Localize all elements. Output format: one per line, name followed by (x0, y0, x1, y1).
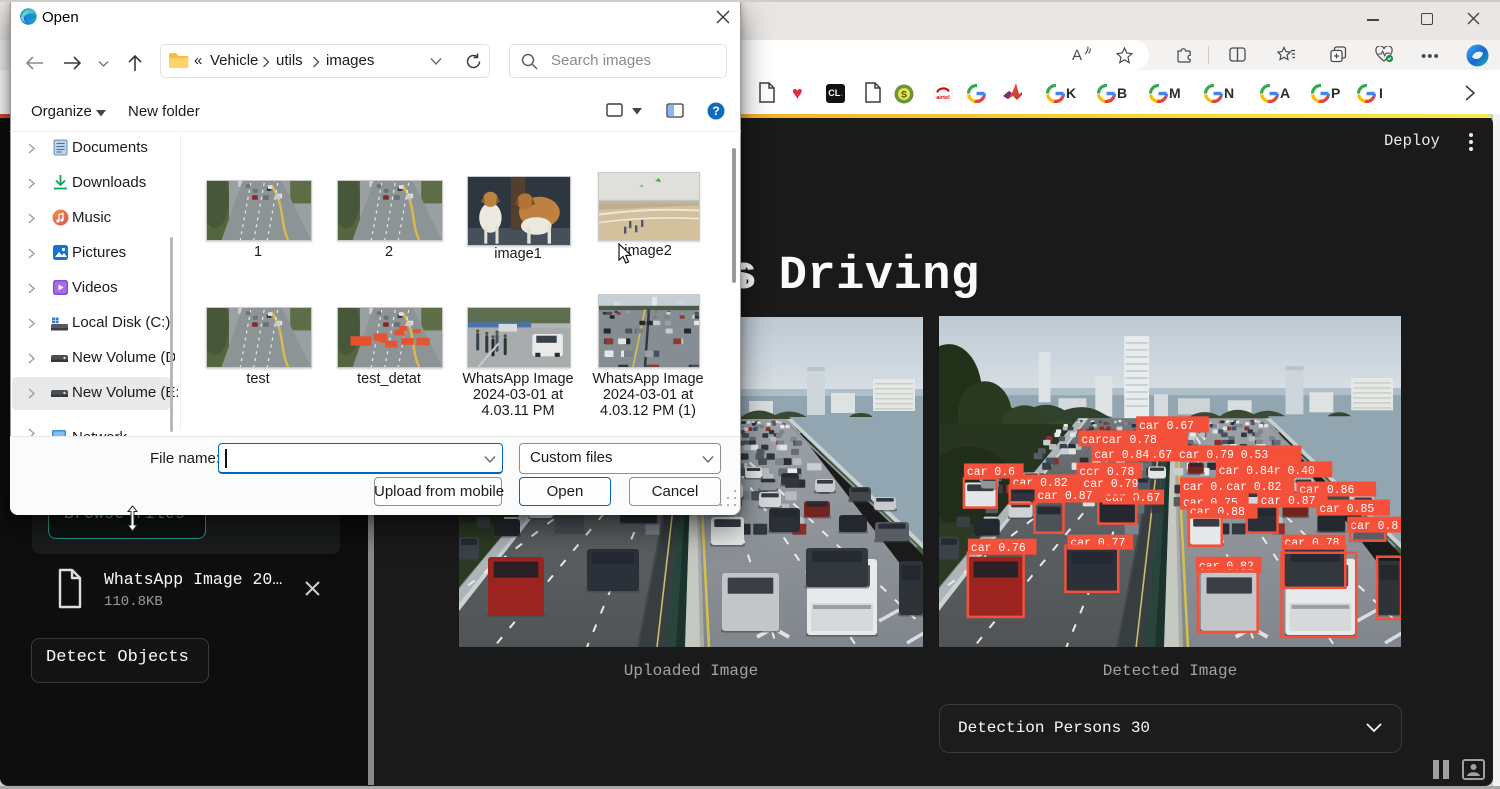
svg-text:car 0.84r 0.40: car 0.84r 0.40 (1219, 465, 1315, 478)
svg-text:car 0.67: car 0.67 (1105, 492, 1160, 505)
svg-text:car 0.79 0.53: car 0.79 0.53 (1179, 449, 1268, 462)
svg-text:airtel: airtel (936, 95, 950, 101)
svg-text:carcar 0.78: carcar 0.78 (1081, 434, 1157, 447)
svg-text:car 0.88: car 0.88 (1190, 506, 1245, 519)
svg-text:car 0.8: car 0.8 (1350, 520, 1398, 533)
svg-text:car 0.84 .67: car 0.84 .67 (1094, 449, 1172, 462)
svg-text:S: S (901, 90, 907, 100)
svg-text:car 0. car 0.82: car 0. car 0.82 (1183, 481, 1282, 494)
svg-text:car 0.85: car 0.85 (1319, 503, 1374, 516)
svg-text:car 0.6: car 0.6 (967, 466, 1015, 479)
svg-text:?: ? (712, 104, 719, 118)
svg-text:car 0.78: car 0.78 (1285, 537, 1340, 550)
